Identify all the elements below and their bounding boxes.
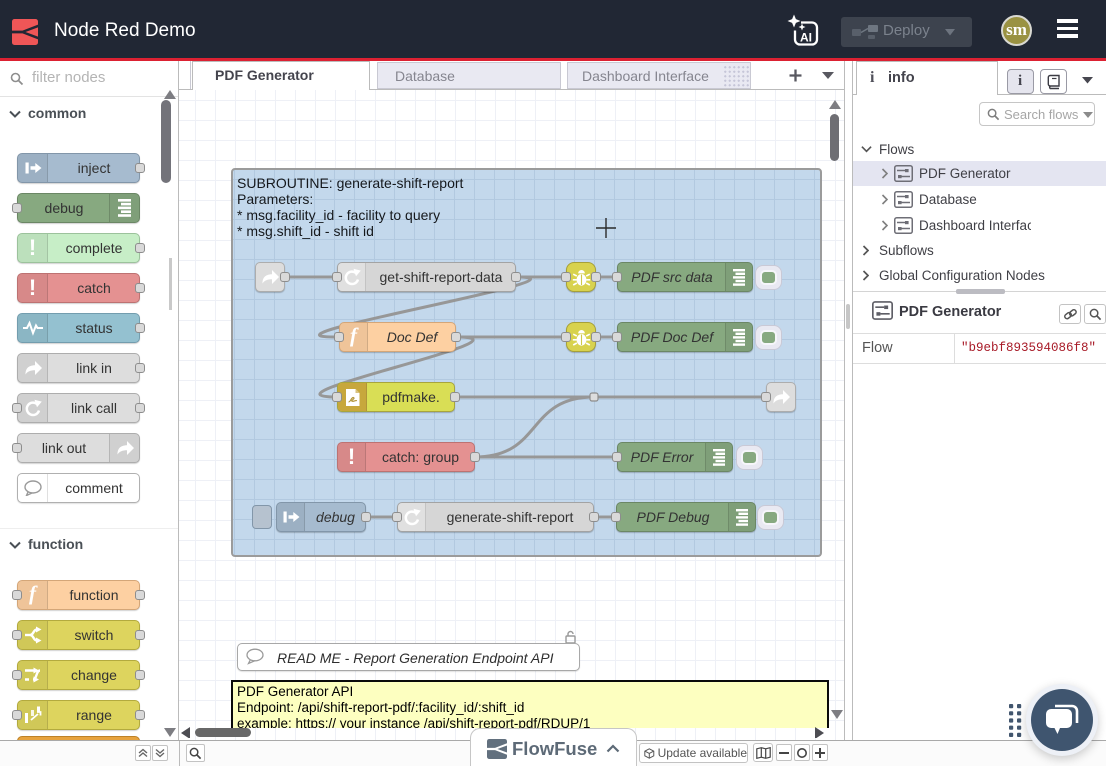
svg-text:AI: AI [800,31,812,45]
